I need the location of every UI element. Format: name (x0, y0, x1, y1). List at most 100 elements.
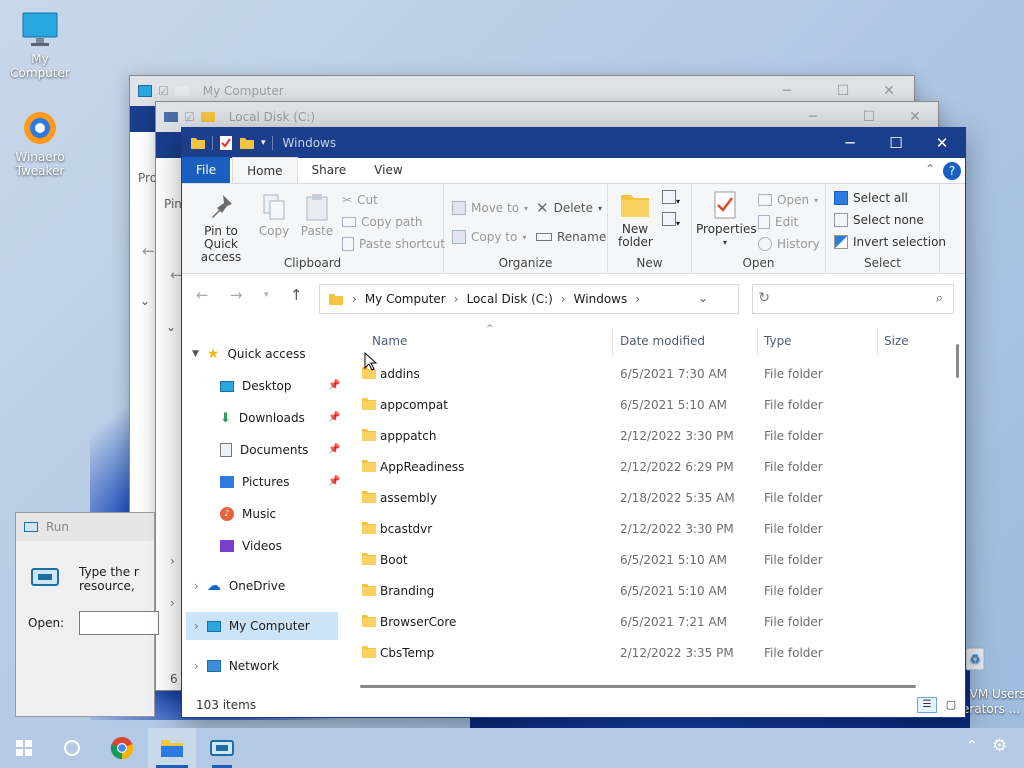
table-row[interactable]: apppatch 2/12/2022 3:30 PM File folder (344, 420, 947, 451)
collapse-ribbon-icon[interactable]: ⌃ (925, 162, 935, 176)
desktop-icon-winaero[interactable]: Winaero Tweaker (0, 108, 80, 178)
column-divider[interactable] (757, 328, 758, 356)
run-taskbar-button[interactable] (198, 728, 246, 768)
column-name[interactable]: Name (372, 334, 407, 348)
cut-button[interactable]: ✂ Cut (342, 190, 378, 210)
customize-quick-access-icon[interactable]: ▾ (261, 138, 266, 148)
open-input[interactable] (79, 611, 159, 635)
properties-quick-icon[interactable] (219, 135, 233, 151)
new-item-button[interactable]: ▾ (662, 190, 680, 207)
copy-path-button[interactable]: Copy path (342, 212, 423, 232)
close-button[interactable]: ✕ (919, 128, 965, 158)
chrome-taskbar-button[interactable] (98, 728, 146, 768)
help-icon[interactable]: ? (943, 162, 961, 180)
copy-to-button[interactable]: Copy to ▾ (452, 227, 526, 247)
minimize-button[interactable]: ─ (827, 128, 873, 158)
forward-arrow-icon[interactable]: → (230, 286, 243, 304)
table-row[interactable]: bcastdvr 2/12/2022 3:30 PM File folder (344, 513, 947, 544)
properties-button[interactable]: Properties ▾ (696, 190, 757, 249)
chevron-right-icon[interactable]: › (170, 596, 175, 610)
sidebar-item-pictures[interactable]: Pictures (220, 468, 290, 496)
start-button[interactable] (0, 728, 48, 768)
file-explorer-window[interactable]: ▾ Windows ─ ☐ ✕ File Home Share View ⌃ ?… (181, 127, 966, 718)
title-bar[interactable]: ▾ Windows ─ ☐ ✕ (182, 128, 965, 158)
maximize-button[interactable]: ☐ (873, 128, 919, 158)
search-input[interactable]: ⌕ (752, 284, 954, 314)
breadcrumb-windows[interactable]: Windows (574, 292, 628, 306)
table-row[interactable]: addins 6/5/2021 7:30 AM File folder (344, 358, 947, 389)
history-button[interactable]: History (758, 234, 820, 254)
settings-gear-icon[interactable]: ⚙ (992, 736, 1007, 756)
column-divider[interactable] (877, 328, 878, 356)
horizontal-scrollbar[interactable] (360, 685, 916, 688)
run-icon (31, 568, 59, 586)
sidebar-item-music[interactable]: ♪ Music (220, 500, 276, 528)
column-date-modified[interactable]: Date modified (620, 334, 705, 348)
sidebar-item-onedrive[interactable]: › ☁ OneDrive (194, 572, 285, 600)
column-divider[interactable] (612, 328, 613, 356)
copy-button[interactable]: Copy (256, 192, 292, 238)
file-explorer-taskbar-button[interactable] (148, 728, 196, 768)
rename-button[interactable]: Rename (536, 227, 606, 247)
new-folder-quick-icon[interactable] (239, 136, 255, 150)
chevron-down-icon[interactable]: ⌄ (140, 294, 150, 308)
ribbon-tabs: File Home Share View ⌃ ? (182, 157, 965, 184)
breadcrumb-separator-icon: › (560, 292, 566, 306)
back-arrow-icon[interactable]: ← (142, 242, 155, 260)
delete-button[interactable]: ✕ Delete ▾ (536, 198, 602, 218)
pin-to-quick-access-button[interactable]: Pin to Quick access (188, 192, 254, 264)
table-row[interactable]: CbsTemp 2/12/2022 3:35 PM File folder (344, 637, 947, 668)
back-arrow-icon[interactable]: ← (196, 286, 209, 304)
show-hidden-icons-icon[interactable]: ⌃ (966, 738, 978, 754)
dropdown-icon: ▾ (522, 232, 527, 242)
table-row[interactable]: Branding 6/5/2021 5:10 AM File folder (344, 575, 947, 606)
tab-share[interactable]: Share (298, 157, 361, 183)
move-to-button[interactable]: Move to ▾ (452, 198, 528, 218)
column-size[interactable]: Size (884, 334, 909, 348)
invert-selection-button[interactable]: Invert selection (834, 232, 946, 252)
easy-access-button[interactable]: ▾ (662, 212, 680, 229)
table-row[interactable]: AppReadiness 2/12/2022 6:29 PM File fold… (344, 451, 947, 482)
sidebar-item-desktop[interactable]: Desktop (220, 372, 292, 400)
tab-file[interactable]: File (182, 157, 231, 183)
up-arrow-icon[interactable]: ↑ (290, 286, 303, 304)
table-row[interactable]: appcompat 6/5/2021 5:10 AM File folder (344, 389, 947, 420)
column-type[interactable]: Type (764, 334, 792, 348)
run-dialog[interactable]: Run Type the r resource, Open: (15, 512, 159, 717)
star-icon: ★ (206, 346, 220, 362)
search-button[interactable] (48, 728, 96, 768)
tab-view[interactable]: View (360, 157, 416, 183)
new-folder-button[interactable]: New folder (612, 190, 658, 249)
table-row[interactable]: BrowserCore 6/5/2021 7:21 AM File folder (344, 606, 947, 637)
vertical-scrollbar[interactable] (956, 344, 959, 378)
sidebar-item-documents[interactable]: Documents (220, 436, 308, 464)
recent-locations-icon[interactable]: ▾ (264, 290, 269, 300)
large-icons-view-button[interactable]: ▢ (943, 697, 959, 713)
details-view-button[interactable]: ☰ (917, 697, 937, 713)
tab-home[interactable]: Home (232, 157, 298, 183)
sidebar-item-my-computer[interactable]: › My Computer (194, 612, 310, 640)
chevron-right-icon[interactable]: › (170, 554, 175, 568)
breadcrumb-local-disk[interactable]: Local Disk (C:) (467, 292, 553, 306)
sidebar-item-downloads[interactable]: ⬇ Downloads (220, 404, 305, 432)
breadcrumb-my-computer[interactable]: My Computer (365, 292, 446, 306)
sidebar-item-network[interactable]: › Network (194, 652, 279, 680)
address-bar[interactable]: › My Computer › Local Disk (C:) › Window… (319, 284, 770, 314)
address-history-icon[interactable]: ⌄ (698, 291, 708, 305)
select-all-button[interactable]: Select all (834, 188, 908, 208)
table-row[interactable]: Boot 6/5/2021 5:10 AM File folder (344, 544, 947, 575)
table-row[interactable]: assembly 2/18/2022 5:35 AM File folder (344, 482, 947, 513)
sidebar-item-quick-access[interactable]: ▼ ★ Quick access (192, 340, 306, 368)
desktop-icon-recycle-partial[interactable]: ♻ VM Users erators ... (962, 614, 1024, 717)
desktop-icon-my-computer[interactable]: My Computer (0, 10, 80, 80)
paste-shortcut-button[interactable]: Paste shortcut (342, 234, 445, 254)
edit-button[interactable]: Edit (758, 212, 798, 232)
chevron-down-icon[interactable]: ⌄ (166, 320, 176, 334)
sidebar-item-label: Desktop (242, 379, 292, 393)
file-name: addins (380, 366, 420, 381)
paste-button[interactable]: Paste (298, 192, 336, 238)
select-none-button[interactable]: Select none (834, 210, 924, 230)
open-button[interactable]: Open ▾ (758, 190, 818, 210)
sidebar-item-videos[interactable]: Videos (220, 532, 282, 560)
copy-to-icon (452, 230, 466, 244)
